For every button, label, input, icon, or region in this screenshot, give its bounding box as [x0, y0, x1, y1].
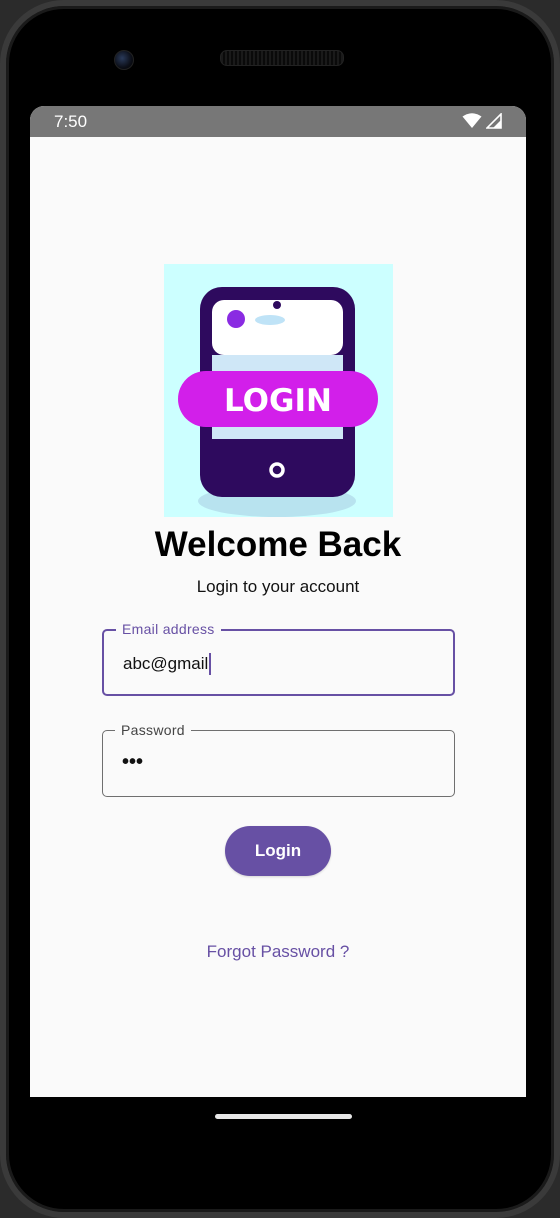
- app-screen: 7:50 LOGIN Welcome Back Login to your ac…: [30, 106, 526, 1097]
- email-field-label: Email address: [116, 621, 221, 637]
- login-content: LOGIN Welcome Back Login to your account…: [30, 137, 526, 1097]
- wifi-icon: [462, 113, 482, 128]
- email-field[interactable]: Email address abc@gmail: [102, 621, 455, 696]
- cellular-signal-icon: [486, 113, 502, 129]
- login-button[interactable]: Login: [225, 826, 331, 876]
- home-gesture-bar[interactable]: [215, 1114, 352, 1119]
- forgot-password-link[interactable]: Forgot Password ?: [30, 942, 526, 962]
- password-field-label: Password: [115, 722, 191, 738]
- status-icons: [462, 113, 502, 129]
- status-bar: 7:50: [30, 106, 526, 137]
- device-frame: 7:50 LOGIN Welcome Back Login to your ac…: [0, 0, 560, 1218]
- front-camera: [114, 50, 134, 70]
- logo-banner-text: LOGIN: [224, 383, 332, 419]
- status-time: 7:50: [54, 112, 88, 131]
- password-input[interactable]: •••: [122, 751, 143, 774]
- password-field[interactable]: Password •••: [102, 722, 455, 797]
- password-input-value: •••: [122, 751, 144, 773]
- email-input[interactable]: abc@gmail: [123, 653, 212, 675]
- email-input-value: abc@gmail: [123, 654, 209, 673]
- page-subtitle: Login to your account: [196, 577, 360, 596]
- earpiece-speaker: [220, 50, 344, 66]
- page-title: Welcome Back: [154, 525, 402, 564]
- text-cursor: [209, 653, 212, 675]
- login-illustration-icon: LOGIN: [164, 264, 393, 517]
